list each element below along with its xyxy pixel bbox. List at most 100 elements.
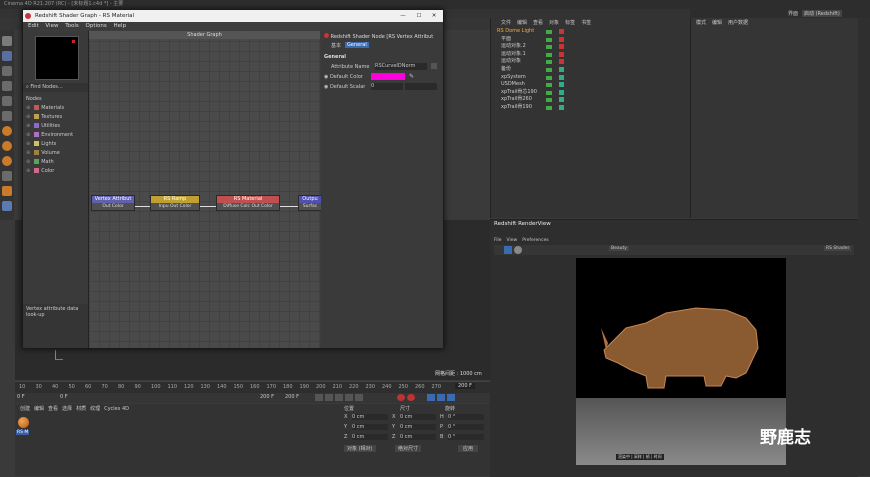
menu-edit[interactable]: Edit [28,23,39,29]
key-rotation-button[interactable] [437,394,445,401]
render-stop-button[interactable] [514,246,522,254]
node-category-item[interactable]: ⊕ Lights [26,140,56,148]
object-tag-icon[interactable] [559,29,564,34]
render-icon[interactable] [2,126,12,136]
model-mode-icon[interactable] [2,51,12,61]
node-category-item[interactable]: ⊕ Color [26,167,54,175]
attribute-name-input[interactable]: RSCurveIDNorm [375,63,427,70]
goto-end-button[interactable] [355,394,363,401]
node-category-item[interactable]: ⊕ Math [26,158,54,166]
object-menu-item[interactable]: 文件 [501,20,511,26]
key-scale-button[interactable] [447,394,455,401]
apply-button[interactable]: 应用 [458,445,479,452]
material-label[interactable]: RS M [16,430,30,435]
snap-icon[interactable] [2,141,12,151]
expand-icon[interactable]: ⊕ [26,132,30,138]
attribute-menu-item[interactable]: 模式 [696,20,706,26]
render-menu-item[interactable]: View [507,238,518,243]
paint-icon[interactable] [2,201,12,211]
node-category-item[interactable]: ⊕ Materials [26,104,64,112]
menu-help[interactable]: Help [114,23,127,29]
attribute-menu-item[interactable]: 用户数据 [728,20,748,26]
object-menu-item[interactable]: 编辑 [517,20,527,26]
visibility-toggle-icon[interactable] [546,68,552,72]
object-row[interactable]: 平面 [491,36,691,44]
size-mode-select[interactable]: 绝对尺寸 [395,445,422,452]
default-scalar-slider[interactable] [405,83,437,90]
coord-mode-select[interactable]: 对象 (相对) [344,445,376,452]
position-input[interactable]: 0 cm [352,434,388,440]
prev-frame-button[interactable] [325,394,333,401]
minimize-icon[interactable]: — [397,10,409,22]
aov-select[interactable]: Beauty [609,246,629,251]
render-menu-item[interactable]: File [494,238,502,243]
visibility-toggle-icon[interactable] [546,90,552,95]
node-category-item[interactable]: ⊕ Textures [26,113,62,121]
visibility-toggle-icon[interactable] [546,37,552,42]
position-input[interactable]: 0 cm [352,414,388,420]
expand-icon[interactable]: ⊕ [26,141,30,147]
default-scalar-input[interactable]: 0 [371,83,403,90]
object-row[interactable]: 运动对象.2 [491,43,691,51]
object-row[interactable]: USDMesh [491,81,691,89]
object-tag-icon[interactable] [559,67,564,72]
autokey-button[interactable] [407,394,415,401]
record-button[interactable] [397,394,405,401]
position-input[interactable]: 0 cm [352,424,388,430]
node-category-item[interactable]: ⊕ Utilities [26,122,60,130]
shader-graph-canvas[interactable]: Shader Graph Vertex Attribut Out Color RS … [89,31,322,348]
expand-icon[interactable]: ⊕ [26,114,30,120]
rotation-input[interactable]: 0 ° [448,424,484,430]
tab-basic[interactable]: 基本 [329,42,343,49]
object-tag-icon[interactable] [559,59,564,65]
size-input[interactable]: 0 cm [400,414,436,420]
material-menu-item[interactable]: 纹理 [90,406,100,412]
close-icon[interactable]: ✕ [428,10,440,22]
polygons-mode-icon[interactable] [2,111,12,121]
rotation-input[interactable]: 0 ° [448,434,484,440]
maximize-icon[interactable]: ☐ [413,10,425,22]
workplane-icon[interactable] [2,171,12,181]
texture-mode-icon[interactable] [2,66,12,76]
graph-node[interactable]: Vertex Attribut Out Color [91,195,135,211]
key-position-button[interactable] [427,394,435,401]
object-row[interactable]: RS Dome Light [491,28,691,36]
visibility-toggle-icon[interactable] [546,83,552,88]
start-frame-field[interactable]: 0 F [17,394,25,400]
expand-icon[interactable]: ⊕ [26,150,30,156]
object-tag-icon[interactable] [559,105,564,110]
render-start-button[interactable] [504,246,512,254]
attribute-browse-button[interactable] [431,63,437,69]
visibility-toggle-icon[interactable] [546,98,552,103]
expand-icon[interactable]: ⊕ [26,168,30,174]
visibility-toggle-icon[interactable] [546,75,552,80]
end-frame-field[interactable]: 200 F [260,394,274,400]
object-menu-item[interactable]: 对象 [549,20,559,26]
size-input[interactable]: 0 cm [400,424,436,430]
object-row[interactable]: 备份 [491,66,691,74]
axis-icon[interactable] [2,156,12,166]
object-row[interactable]: xpTrail骨芯190 [491,89,691,97]
material-menu-item[interactable]: 创建 [20,406,30,412]
preview-end-field[interactable]: 200 F [285,394,299,400]
tab-general[interactable]: General [345,42,369,48]
expand-icon[interactable]: ⊕ [26,105,30,111]
object-tag-icon[interactable] [559,97,564,103]
node-category-item[interactable]: ⊕ Environment [26,131,73,139]
object-menu-item[interactable]: 书签 [581,20,591,26]
visibility-toggle-icon[interactable] [546,52,552,57]
render-menu-item[interactable]: Preferences [522,238,548,243]
layout-select[interactable]: 启动 (Redshift) [802,10,842,17]
object-tag-icon[interactable] [559,82,564,88]
node-category-item[interactable]: ⊕ Volume [26,149,60,157]
visibility-toggle-icon[interactable] [546,45,552,50]
goto-start-button[interactable] [315,394,323,401]
material-menu-item[interactable]: 查看 [48,406,58,412]
object-tag-icon[interactable] [559,74,564,80]
expand-icon[interactable]: ⊕ [26,123,30,129]
menu-options[interactable]: Options [86,23,107,29]
object-row[interactable]: 运动对象 [491,58,691,66]
object-tag-icon[interactable] [559,89,564,95]
material-menu-item[interactable]: 选择 [62,406,72,412]
visibility-toggle-icon[interactable] [546,30,552,34]
